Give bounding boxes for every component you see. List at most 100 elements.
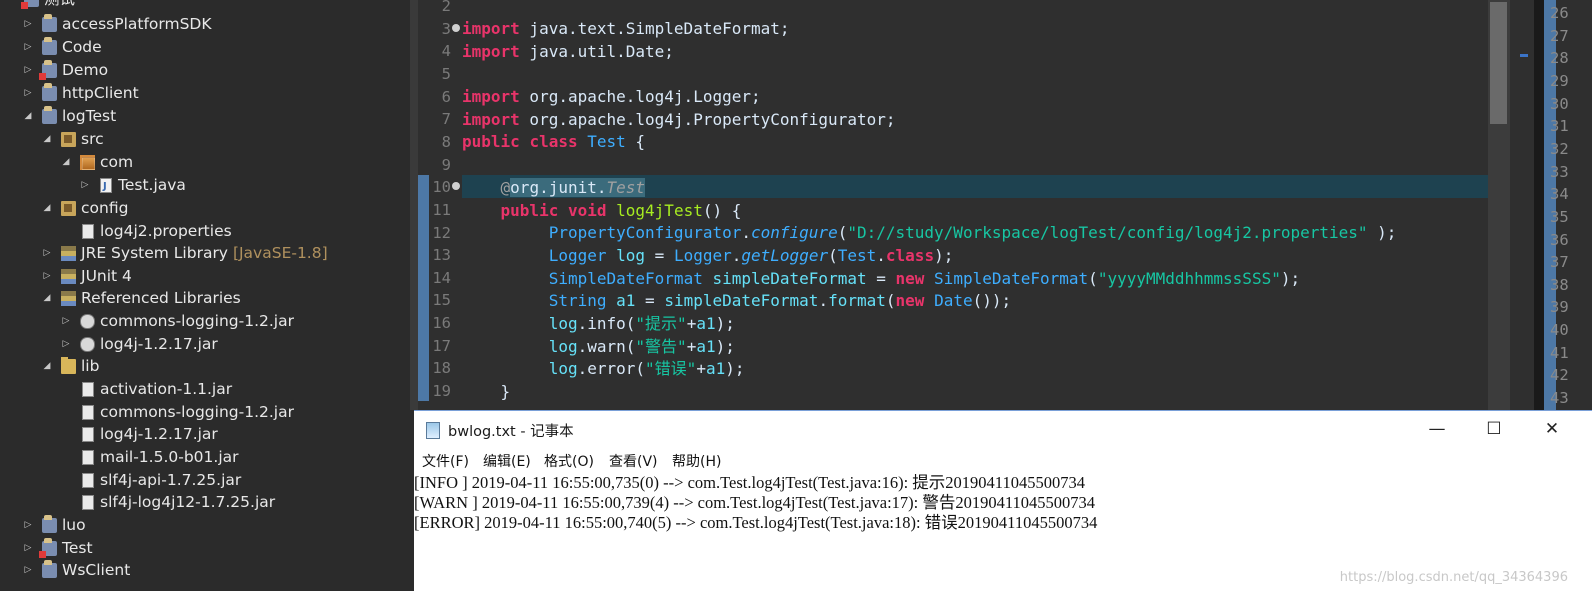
window-title-bar[interactable]: bwlog.txt - 记事本 — ☐ ✕ [414, 411, 1592, 449]
tree-item-label: log4j2.properties [100, 222, 232, 240]
close-button[interactable]: ✕ [1529, 411, 1575, 449]
expand-arrow-icon[interactable]: ▷ [41, 265, 53, 288]
menu-format[interactable]: 格式(O) [544, 451, 594, 471]
code-text: ); [934, 246, 954, 265]
code-line[interactable]: SimpleDateFormat simpleDateFormat = new … [462, 267, 1300, 290]
code-line[interactable]: log.info("提示"+a1); [462, 312, 735, 335]
code-line[interactable]: import org.apache.log4j.PropertyConfigur… [462, 108, 895, 131]
menu-edit[interactable]: 编辑(E) [483, 451, 531, 471]
code-line[interactable]: PropertyConfigurator.configure("D://stud… [462, 221, 1397, 244]
collapse-arrow-icon[interactable]: ◢ [41, 287, 53, 310]
expand-arrow-icon[interactable]: ▷ [22, 36, 34, 59]
fold-collapse-icon[interactable] [452, 24, 460, 32]
expand-arrow-icon[interactable]: ▷ [22, 537, 34, 560]
code-text: ( [828, 246, 838, 265]
expand-arrow-icon[interactable]: ▷ [22, 82, 34, 105]
tree-item-label: WsClient [62, 561, 131, 579]
expand-arrow-icon[interactable]: ▷ [22, 13, 34, 36]
pane-separator[interactable] [1534, 0, 1544, 410]
variable-name: a1 [616, 291, 636, 310]
line-number: 10 [432, 178, 451, 197]
fold-collapse-icon[interactable] [452, 182, 460, 190]
code-text: + [696, 359, 706, 378]
line-number: 6 [441, 87, 451, 106]
menu-file[interactable]: 文件(F) [422, 451, 469, 471]
notepad-window[interactable]: bwlog.txt - 记事本 — ☐ ✕ 文件(F) 编辑(E) 格式(O) … [414, 410, 1592, 591]
collapse-arrow-icon[interactable]: ◢ [60, 151, 72, 174]
code-line[interactable]: public void log4jTest() { [462, 199, 742, 222]
overview-ruler[interactable] [1514, 0, 1534, 410]
project-explorer: 测试 ▷ accessPlatformSDK ▷ Code ▷ Demo ▷ h… [0, 0, 410, 591]
file-icon [82, 382, 94, 397]
code-line[interactable]: import java.util.Date; [462, 40, 674, 63]
method-name: getLogger [741, 246, 829, 265]
method-name: configure [751, 223, 838, 242]
expand-arrow-icon[interactable]: ▷ [22, 559, 34, 582]
project-icon [42, 14, 57, 32]
code-line[interactable]: @org.junit.Test [462, 176, 646, 199]
line-number: 39 [1550, 298, 1569, 317]
collapse-arrow-icon[interactable]: ◢ [41, 197, 53, 220]
line-number: 32 [1550, 139, 1569, 158]
collapse-arrow-icon[interactable]: ◢ [22, 105, 34, 128]
line-number: 7 [441, 110, 451, 129]
code-line[interactable]: Logger log = Logger.getLogger(Test.class… [462, 244, 954, 267]
notepad-icon [426, 422, 440, 439]
code-text: ()); [972, 291, 1012, 310]
code-line[interactable]: import java.text.SimpleDateFormat; [462, 17, 790, 40]
log-line: [ERROR] 2019-04-11 16:55:00,740(5) --> c… [414, 513, 1098, 532]
menu-help[interactable]: 帮助(H) [672, 451, 721, 471]
line-number: 34 [1550, 185, 1569, 204]
file-icon [82, 405, 94, 420]
class-name: SimpleDateFormat [934, 269, 1089, 288]
tree-item-label: log4j-1.2.17.jar [100, 425, 218, 443]
collapse-arrow-icon[interactable]: ◢ [41, 128, 53, 151]
tree-item-label: com [100, 153, 134, 171]
line-number: 42 [1550, 366, 1569, 385]
code-text: org.apache.log4j.PropertyConfigurator; [519, 110, 896, 129]
line-number: 43 [1550, 389, 1569, 408]
tree-item-label: Test [62, 539, 93, 557]
code-text: . [876, 246, 886, 265]
tree-item-label: JUnit 4 [81, 267, 132, 285]
menu-view[interactable]: 查看(V) [609, 451, 658, 471]
tree-item-label: log4j-1.2.17.jar [100, 335, 218, 353]
expand-arrow-icon[interactable]: ▷ [22, 59, 34, 82]
source-folder-icon [61, 201, 76, 216]
code-line[interactable]: String a1 = simpleDateFormat.format(new … [462, 289, 1011, 312]
project-icon [42, 37, 57, 55]
keyword: public [462, 132, 520, 151]
code-text: + [686, 337, 697, 356]
collapse-arrow-icon[interactable]: ◢ [41, 355, 53, 378]
expand-arrow-icon[interactable]: ▷ [79, 174, 91, 197]
tree-item-label: commons-logging-1.2.jar [100, 312, 294, 330]
expand-arrow-icon[interactable]: ▷ [41, 242, 53, 265]
tree-item-label: activation-1.1.jar [100, 380, 233, 398]
project-icon [42, 560, 57, 578]
watermark: https://blog.csdn.net/qq_34364396 [1339, 570, 1568, 585]
tree-item-label: JRE System Library [81, 244, 228, 262]
overview-marker[interactable] [1520, 54, 1528, 57]
code-line[interactable]: log.warn("警告"+a1); [462, 335, 735, 358]
code-editor[interactable]: 2 3 4 5 6 7 8 9 10 11 12 13 14 15 16 17 18 19 import java… [410, 0, 1534, 410]
maximize-button[interactable]: ☐ [1471, 411, 1517, 449]
expand-arrow-icon[interactable]: ▷ [60, 310, 72, 333]
line-number-ruler: 2 3 4 5 6 7 8 9 10 11 12 13 14 15 16 17 18 19 [429, 0, 455, 410]
minimize-button[interactable]: — [1414, 411, 1460, 449]
code-line[interactable]: import org.apache.log4j.Logger; [462, 85, 761, 108]
keyword: new [895, 291, 925, 310]
keyword: new [895, 269, 925, 288]
expand-arrow-icon[interactable]: ▷ [60, 333, 72, 356]
scrollbar-thumb[interactable] [1490, 2, 1507, 124]
line-number: 26 [1550, 4, 1569, 22]
code-line[interactable]: log.error("错误"+a1); [462, 357, 745, 380]
variable-name: a1 [696, 314, 716, 333]
line-number: 16 [432, 314, 451, 333]
variable-name: log [616, 246, 646, 265]
code-line[interactable]: public class Test { [462, 130, 645, 153]
expand-arrow-icon[interactable]: ▷ [22, 514, 34, 537]
code-text: } [500, 382, 511, 401]
code-line[interactable]: } [462, 380, 511, 403]
tree-item-label: Referenced Libraries [81, 289, 241, 307]
keyword: class [885, 246, 935, 265]
